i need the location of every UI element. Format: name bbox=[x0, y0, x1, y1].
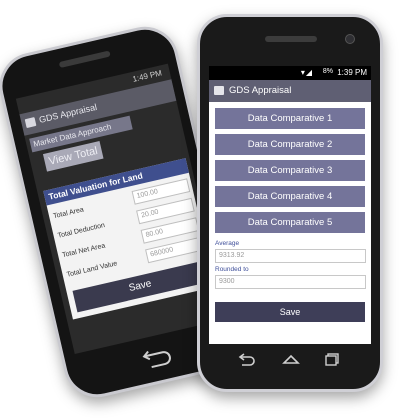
app-title: GDS Appraisal bbox=[38, 101, 98, 125]
app-logo-icon bbox=[214, 86, 224, 95]
row-label: Total Land Value bbox=[66, 260, 118, 279]
data-comparative-3-button[interactable]: Data Comparative 3 bbox=[215, 160, 365, 181]
app-logo-icon bbox=[24, 117, 37, 129]
front-phone-screen: ▾◢ 8% 1:39 PM GDS Appraisal Data Compara… bbox=[209, 66, 371, 344]
rounded-label: Rounded to bbox=[215, 266, 249, 273]
signal-icon: ▾◢ bbox=[300, 68, 313, 77]
rounded-field[interactable]: 9300 bbox=[215, 275, 366, 289]
row-label: Total Deduction bbox=[57, 222, 106, 240]
back-icon[interactable] bbox=[237, 352, 257, 366]
nav-bar bbox=[209, 346, 371, 374]
front-phone: ▾◢ 8% 1:39 PM GDS Appraisal Data Compara… bbox=[197, 14, 383, 392]
camera-icon bbox=[345, 34, 355, 44]
average-label: Average bbox=[215, 240, 240, 247]
average-field[interactable]: 9313.92 bbox=[215, 249, 366, 263]
total-valuation-dialog: Total Valuation for Land Total Area 100.… bbox=[43, 158, 216, 320]
status-bar: ▾◢ 8% 1:39 PM bbox=[209, 66, 371, 80]
speaker-grill bbox=[265, 36, 317, 42]
home-icon[interactable] bbox=[281, 352, 301, 366]
recents-icon[interactable] bbox=[323, 352, 343, 366]
row-label: Total Net Area bbox=[61, 242, 106, 260]
data-comparative-2-button[interactable]: Data Comparative 2 bbox=[215, 134, 365, 155]
data-comparative-5-button[interactable]: Data Comparative 5 bbox=[215, 212, 365, 233]
status-time: 1:39 PM bbox=[337, 68, 367, 77]
data-comparative-1-button[interactable]: Data Comparative 1 bbox=[215, 108, 365, 129]
app-title: GDS Appraisal bbox=[229, 85, 292, 96]
battery-percent: 8% bbox=[322, 68, 333, 75]
data-comparative-4-button[interactable]: Data Comparative 4 bbox=[215, 186, 365, 207]
save-button[interactable]: Save bbox=[215, 302, 365, 322]
app-bar: GDS Appraisal bbox=[209, 80, 371, 102]
row-label: Total Area bbox=[52, 206, 85, 221]
back-phone-screen: 1:49 PM GDS Appraisal Market Data Approa… bbox=[15, 63, 227, 355]
